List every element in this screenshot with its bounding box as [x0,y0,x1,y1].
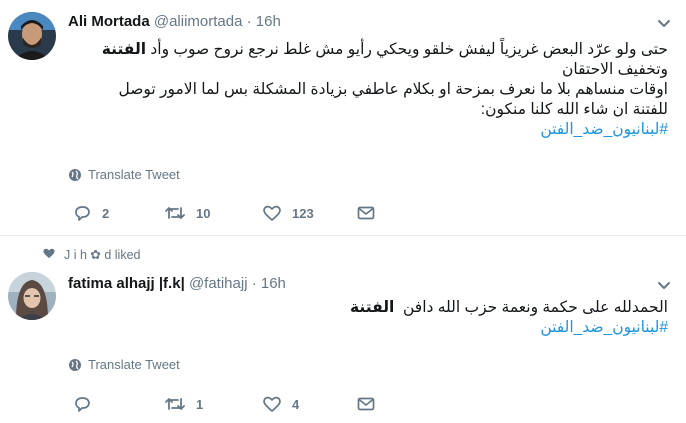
globe-icon [68,168,82,182]
tweet-text: حتى ولو عرّد البعض غريزياً ليفش خلقو ويح… [68,40,668,140]
retweet-icon [164,394,186,414]
tweet[interactable]: Ali Mortada @aliimortada · 16h حتى ولو ع… [0,0,686,236]
hashtag-link[interactable]: #لبنانيون_ضد_الفتن [68,120,668,140]
timestamp[interactable]: 16h [261,275,286,292]
display-name[interactable]: Ali Mortada [68,13,150,30]
chevron-down-icon[interactable] [656,278,672,294]
tweet-actions: 1 4 [72,394,376,414]
tweet-text-line: اوقات منساهم بلا ما نعرف بمزحة او بكلام … [118,81,668,98]
liked-by-text[interactable]: J i h ✿ d liked [64,247,140,262]
tweet-text-line: للفتنة ان شاء الله كلنا منكون: [480,101,668,118]
tweet-text-bold: الفتنة [350,299,395,316]
translate-tweet-link[interactable]: Translate Tweet [68,167,180,182]
reply-icon [72,203,92,223]
display-name[interactable]: fatima alhajj |f.k| [68,275,185,292]
chevron-down-icon[interactable] [656,16,672,32]
like-count: 123 [292,205,314,221]
avatar[interactable] [8,272,56,320]
retweet-count: 10 [196,205,211,221]
like-icon [262,203,282,223]
tweet-text-bold: الفتنة [101,41,147,58]
globe-icon [68,358,82,372]
message-icon [356,203,376,223]
heart-icon [42,246,56,262]
reply-count: 2 [102,205,110,221]
avatar[interactable] [8,12,56,60]
like-button[interactable]: 123 [262,203,356,223]
tweet-text-line: الحمدلله على حكمة ونعمة حزب الله دافن [402,299,668,316]
retweet-count: 1 [196,396,204,412]
hashtag-link[interactable]: #لبنانيون_ضد_الفتن [68,318,668,338]
tweet-actions: 2 10 123 [72,203,376,223]
tweet-text-line: وتخفيف الاحتقان [561,61,668,78]
like-button[interactable]: 4 [262,394,356,414]
timestamp[interactable]: 16h [256,13,281,30]
retweet-button[interactable]: 1 [164,394,262,414]
reply-button[interactable]: 2 [72,203,164,223]
separator-dot: · [251,275,257,292]
like-count: 4 [292,396,300,412]
like-icon [262,394,282,414]
username[interactable]: @aliimortada [154,13,243,30]
tweet-header: fatima alhajj |f.k| @fatihajj · 16h [68,274,286,294]
tweet-text-line: حتى ولو عرّد البعض غريزياً ليفش خلقو ويح… [150,41,668,58]
username[interactable]: @fatihajj [189,275,248,292]
message-icon [356,394,376,414]
direct-message-button[interactable] [356,203,376,223]
tweet-text: الحمدلله على حكمة ونعمة حزب الله دافن ال… [68,298,668,338]
separator-dot: · [246,13,252,30]
translate-tweet-link[interactable]: Translate Tweet [68,357,180,372]
direct-message-button[interactable] [356,394,376,414]
translate-label: Translate Tweet [88,357,180,372]
retweet-button[interactable]: 10 [164,203,262,223]
retweet-icon [164,203,186,223]
reply-button[interactable] [72,394,164,414]
translate-label: Translate Tweet [88,167,180,182]
social-context: J i h ✿ d liked [42,246,140,262]
reply-icon [72,394,92,414]
tweet[interactable]: J i h ✿ d liked fatima alhajj |f.k| @fat… [0,236,686,423]
tweet-header: Ali Mortada @aliimortada · 16h [68,12,281,32]
